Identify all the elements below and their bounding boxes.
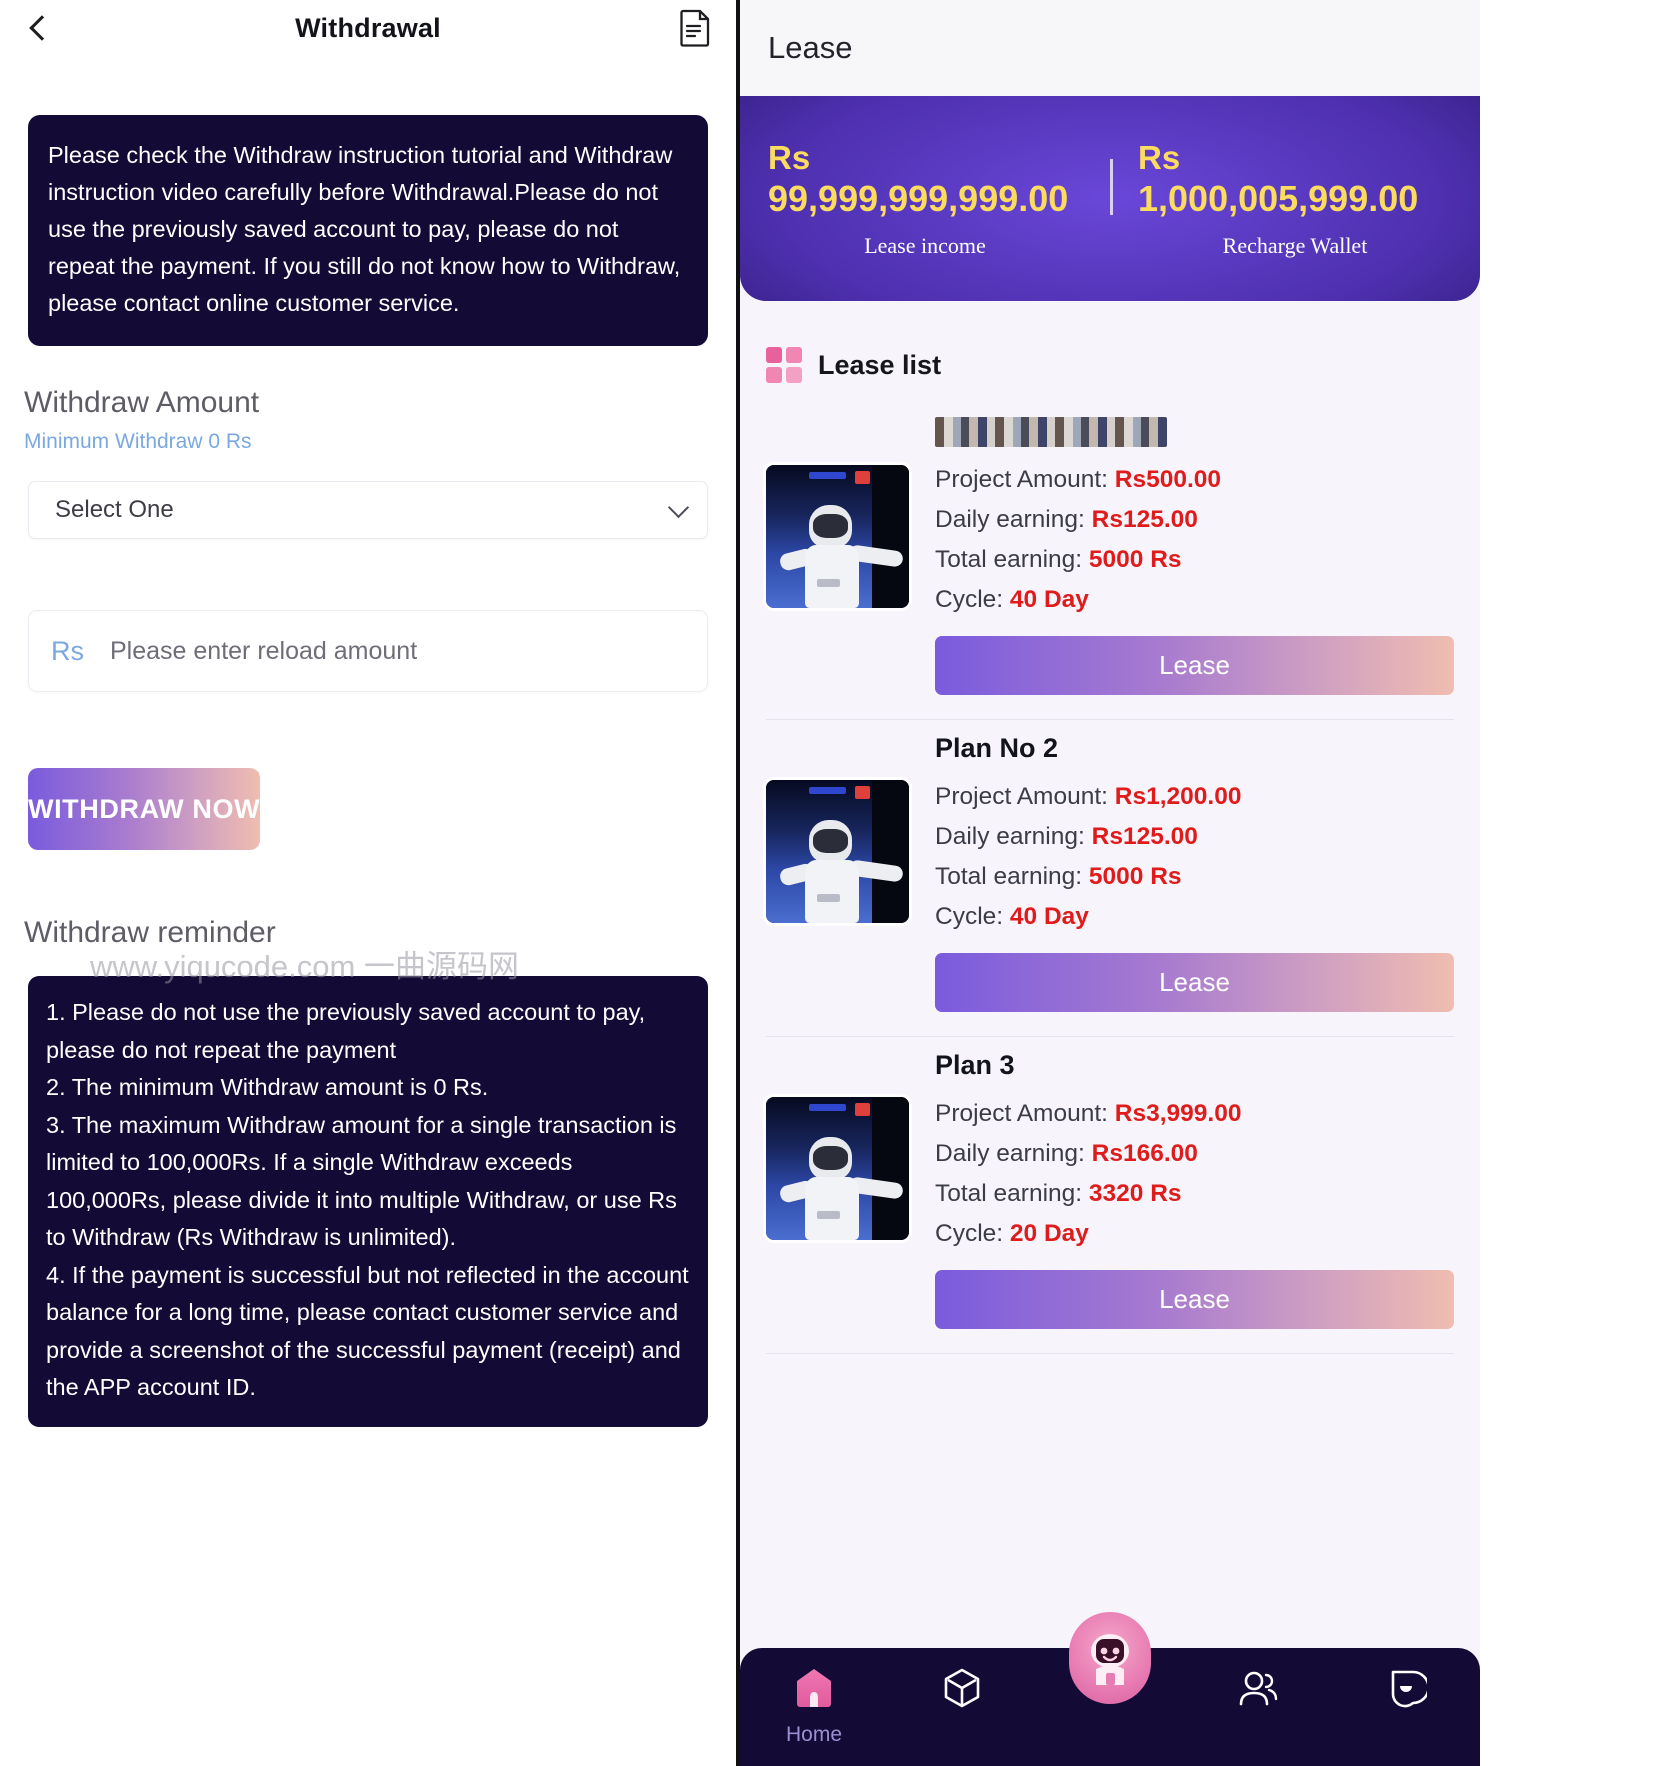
minimum-withdraw-text: Minimum Withdraw 0 Rs	[24, 430, 252, 453]
project-amount-value: Rs3,999.00	[1114, 1100, 1242, 1127]
plan-project-amount: Project Amount: Rs1,200.00	[935, 777, 1454, 817]
reminder-item: 2. The minimum Withdraw amount is 0 Rs.	[46, 1074, 489, 1100]
chat-smile-icon	[1385, 1666, 1430, 1715]
plan-cycle: Cycle: 40 Day	[935, 897, 1454, 937]
lease-income-amount: 99,999,999,999.00	[768, 177, 1069, 219]
lease-button[interactable]: Lease	[935, 636, 1454, 695]
plan-thumbnail	[766, 465, 909, 608]
plan-daily-earning: Daily earning: Rs125.00	[935, 817, 1454, 857]
total-earning-value: 5000 Rs	[1088, 546, 1182, 573]
cycle-value: 40 Day	[1009, 586, 1089, 613]
project-amount-value: Rs1,200.00	[1114, 783, 1242, 810]
lease-panel: Lease Rs 99,999,999,999.00 Lease income …	[736, 0, 1666, 1766]
project-amount-value: Rs500.00	[1114, 466, 1222, 493]
document-icon[interactable]	[678, 9, 712, 47]
recharge-wallet-label: Recharge Wallet	[1222, 232, 1368, 258]
withdraw-notice: Please check the Withdraw instruction tu…	[28, 115, 708, 346]
daily-earning-label: Daily earning:	[935, 1140, 1085, 1167]
lease-income-currency: Rs	[768, 138, 811, 176]
reminder-item: 1. Please do not use the previously save…	[46, 999, 646, 1063]
lease-header: Lease	[740, 0, 1480, 96]
grid-squares-icon	[766, 347, 802, 383]
total-earning-label: Total earning:	[935, 863, 1083, 890]
daily-earning-value: Rs125.00	[1091, 506, 1198, 533]
cycle-label: Cycle:	[935, 903, 1004, 930]
daily-earning-label: Daily earning:	[935, 823, 1085, 850]
recharge-wallet-currency: Rs	[1138, 138, 1181, 176]
reminder-item: 4. If the payment is successful but not …	[46, 1261, 689, 1401]
plan-total-earning: Total earning: 3320 Rs	[935, 1174, 1454, 1214]
nav-label-home: Home	[785, 1723, 843, 1746]
project-amount-label: Project Amount:	[935, 466, 1108, 493]
cycle-label: Cycle:	[935, 586, 1004, 613]
plan-total-earning: Total earning: 5000 Rs	[935, 857, 1454, 897]
site-watermark: www.yiqucode.com 一曲源码网	[90, 949, 519, 984]
plan-total-earning: Total earning: 5000 Rs	[935, 540, 1454, 580]
reminder-item: 3. The maximum Withdraw amount for a sin…	[46, 1111, 677, 1251]
project-amount-label: Project Amount:	[935, 1100, 1108, 1127]
nav-item-team[interactable]	[1184, 1666, 1332, 1723]
cycle-value: 40 Day	[1009, 903, 1089, 930]
amount-input[interactable]	[110, 636, 685, 666]
withdraw-reminder-box: www.yiqucode.com 一曲源码网 1. Please do not …	[28, 949, 708, 1427]
lease-button[interactable]: Lease	[935, 953, 1454, 1012]
cycle-value: 20 Day	[1009, 1220, 1089, 1247]
total-earning-value: 5000 Rs	[1088, 863, 1182, 890]
plan-project-amount: Project Amount: Rs500.00	[935, 460, 1454, 500]
nav-item-products[interactable]	[888, 1666, 1036, 1723]
withdraw-now-button[interactable]: WITHDRAW NOW	[28, 768, 261, 850]
cube-box-icon	[941, 1666, 983, 1715]
plan-thumbnail	[766, 1097, 909, 1240]
nav-item-profile[interactable]	[1332, 1666, 1480, 1723]
project-amount-label: Project Amount:	[935, 783, 1108, 810]
list-item[interactable]: Project Amount: Rs500.00 Daily earning: …	[766, 405, 1454, 720]
select-selected-value: Select One	[55, 496, 174, 523]
withdraw-method-select[interactable]: Select One	[28, 481, 708, 539]
plan-cycle: Cycle: 40 Day	[935, 580, 1454, 620]
plan-daily-earning: Daily earning: Rs166.00	[935, 1134, 1454, 1174]
lease-income-block: Rs 99,999,999,999.00 Lease income	[740, 139, 1110, 259]
withdrawal-panel: Withdrawal Please check the Withdraw ins…	[0, 0, 736, 1766]
plan-daily-earning: Daily earning: Rs125.00	[935, 500, 1454, 540]
currency-prefix-label: Rs	[51, 635, 84, 666]
lease-list-header: Lease list	[740, 301, 1480, 383]
withdraw-reminder-title: Withdraw reminder	[24, 916, 276, 949]
robot-assistant-icon[interactable]	[1069, 1612, 1151, 1704]
lease-page-title: Lease	[768, 30, 853, 65]
page-title: Withdrawal	[295, 12, 441, 43]
withdraw-amount-field[interactable]: Rs	[28, 610, 708, 692]
lease-plans-list: Project Amount: Rs500.00 Daily earning: …	[740, 383, 1480, 1354]
balance-card: Rs 99,999,999,999.00 Lease income Rs 1,0…	[740, 96, 1480, 301]
plan-name-redacted	[935, 417, 1167, 447]
recharge-wallet-amount: 1,000,005,999.00	[1138, 177, 1419, 219]
list-item[interactable]: Plan No 2 Project Amount: Rs1,200.00 Dai…	[766, 720, 1454, 1037]
total-earning-label: Total earning:	[935, 546, 1083, 573]
app-screen: Withdrawal Please check the Withdraw ins…	[0, 0, 1666, 1766]
total-earning-label: Total earning:	[935, 1180, 1083, 1207]
cycle-label: Cycle:	[935, 1220, 1004, 1247]
home-icon	[793, 1666, 835, 1715]
plan-project-amount: Project Amount: Rs3,999.00	[935, 1094, 1454, 1134]
plan-thumbnail	[766, 780, 909, 923]
daily-earning-value: Rs125.00	[1091, 823, 1198, 850]
lease-button[interactable]: Lease	[935, 1270, 1454, 1329]
plan-name: Plan No 2	[935, 733, 1059, 763]
recharge-wallet-block: Rs 1,000,005,999.00 Recharge Wallet	[1110, 139, 1480, 259]
lease-list-label: Lease list	[818, 349, 942, 380]
list-item[interactable]: Plan 3 Project Amount: Rs3,999.00 Daily …	[766, 1037, 1454, 1354]
daily-earning-label: Daily earning:	[935, 506, 1085, 533]
lease-income-label: Lease income	[864, 232, 986, 258]
chevron-down-icon	[669, 500, 689, 520]
withdrawal-header: Withdrawal	[0, 0, 736, 56]
daily-earning-value: Rs166.00	[1091, 1140, 1198, 1167]
nav-item-home[interactable]: Home	[740, 1666, 888, 1747]
users-icon	[1236, 1666, 1280, 1715]
plan-name: Plan 3	[935, 1050, 1015, 1080]
withdraw-amount-title: Withdraw Amount	[24, 386, 260, 419]
total-earning-value: 3320 Rs	[1088, 1180, 1182, 1207]
plan-cycle: Cycle: 20 Day	[935, 1214, 1454, 1254]
